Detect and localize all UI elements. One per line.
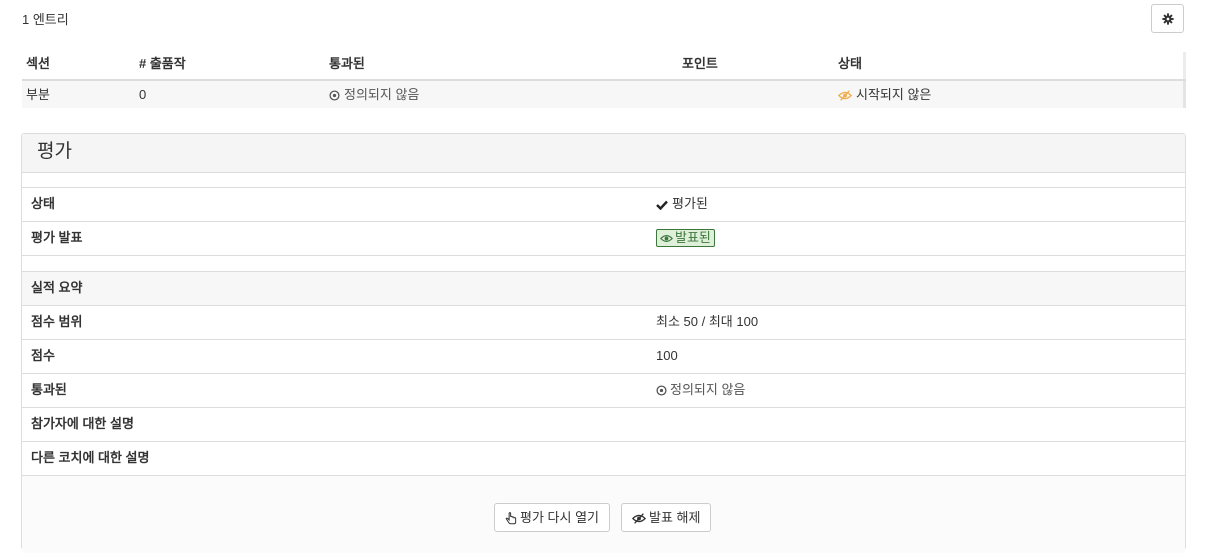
passed-cell: 정의되지 않음 xyxy=(329,81,419,108)
score-value: 100 xyxy=(656,348,678,363)
unpublish-label: 발표 해제 xyxy=(649,510,701,525)
settings-button[interactable] xyxy=(1151,4,1184,33)
eye-slash-icon xyxy=(632,513,646,524)
column-header-points[interactable]: 포인트 xyxy=(682,52,718,76)
assessment-panel: 평가 상태 평가된 평가 발표 발표된 실적 요약 점수 범위 최소 50 / … xyxy=(21,133,1186,553)
score-range-label: 점수 범위 xyxy=(31,314,83,329)
performance-summary-label: 실적 요약 xyxy=(31,280,83,295)
coach-comment-label: 다른 코치에 대한 설명 xyxy=(31,450,150,465)
score-range-value: 최소 50 / 최대 100 xyxy=(656,314,759,329)
table-row[interactable]: 부분 0 정의되지 않음 시작되지 않은 xyxy=(22,81,1186,108)
passed-row: 통과된 정의되지 않음 xyxy=(22,374,1185,408)
entries-count: 1 엔트리 xyxy=(22,12,69,27)
column-header-section[interactable]: 섹션 xyxy=(26,52,50,76)
target-icon xyxy=(329,90,340,101)
published-label: 발표된 xyxy=(675,230,711,245)
performance-summary-row: 실적 요약 xyxy=(22,272,1185,306)
published-badge: 발표된 xyxy=(656,229,715,247)
eye-slash-icon xyxy=(838,90,852,101)
status-value: 시작되지 않은 xyxy=(856,87,932,102)
status-cell: 시작되지 않은 xyxy=(838,81,931,108)
participant-comment-label: 참가자에 대한 설명 xyxy=(31,416,134,431)
unpublish-button[interactable]: 발표 해제 xyxy=(621,503,712,532)
target-icon xyxy=(656,385,667,396)
check-icon xyxy=(656,200,668,210)
status-row: 상태 평가된 xyxy=(22,188,1185,222)
publish-value-cell: 발표된 xyxy=(656,222,715,254)
score-range-row: 점수 범위 최소 50 / 최대 100 xyxy=(22,306,1185,340)
divider xyxy=(22,173,1185,188)
passed-label: 통과된 xyxy=(31,382,67,397)
eye-icon xyxy=(660,235,673,243)
publish-label: 평가 발표 xyxy=(31,230,83,245)
status-value-cell: 평가된 xyxy=(656,188,708,220)
score-label: 점수 xyxy=(31,348,55,363)
status-label: 상태 xyxy=(31,196,55,211)
coach-comment-row: 다른 코치에 대한 설명 xyxy=(22,442,1185,476)
submissions-cell: 0 xyxy=(139,87,147,102)
reopen-assessment-button[interactable]: 평가 다시 열기 xyxy=(494,503,610,532)
passed-value: 정의되지 않음 xyxy=(670,382,746,397)
column-header-status[interactable]: 상태 xyxy=(838,52,862,76)
passed-value-cell: 정의되지 않음 xyxy=(656,374,745,406)
panel-footer: 평가 다시 열기 발표 해제 xyxy=(22,476,1185,553)
hand-pointer-icon xyxy=(505,512,517,525)
divider xyxy=(22,256,1185,272)
gear-icon xyxy=(1161,12,1174,25)
reopen-assessment-label: 평가 다시 열기 xyxy=(520,510,599,525)
summary-header-row: 섹션 # 출품작 통과된 포인트 상태 xyxy=(22,52,1186,81)
section-cell: 부분 xyxy=(26,87,50,102)
column-header-passed[interactable]: 통과된 xyxy=(329,52,365,76)
panel-title: 평가 xyxy=(22,134,1185,173)
score-row: 점수 100 xyxy=(22,340,1185,374)
publish-row: 평가 발표 발표된 xyxy=(22,222,1185,256)
column-header-submissions[interactable]: # 출품작 xyxy=(139,52,186,76)
passed-value: 정의되지 않음 xyxy=(344,87,420,102)
summary-table: 섹션 # 출품작 통과된 포인트 상태 부분 0 정의되지 않음 시작되지 않은 xyxy=(22,52,1186,108)
status-value: 평가된 xyxy=(672,196,708,211)
participant-comment-row: 참가자에 대한 설명 xyxy=(22,408,1185,442)
